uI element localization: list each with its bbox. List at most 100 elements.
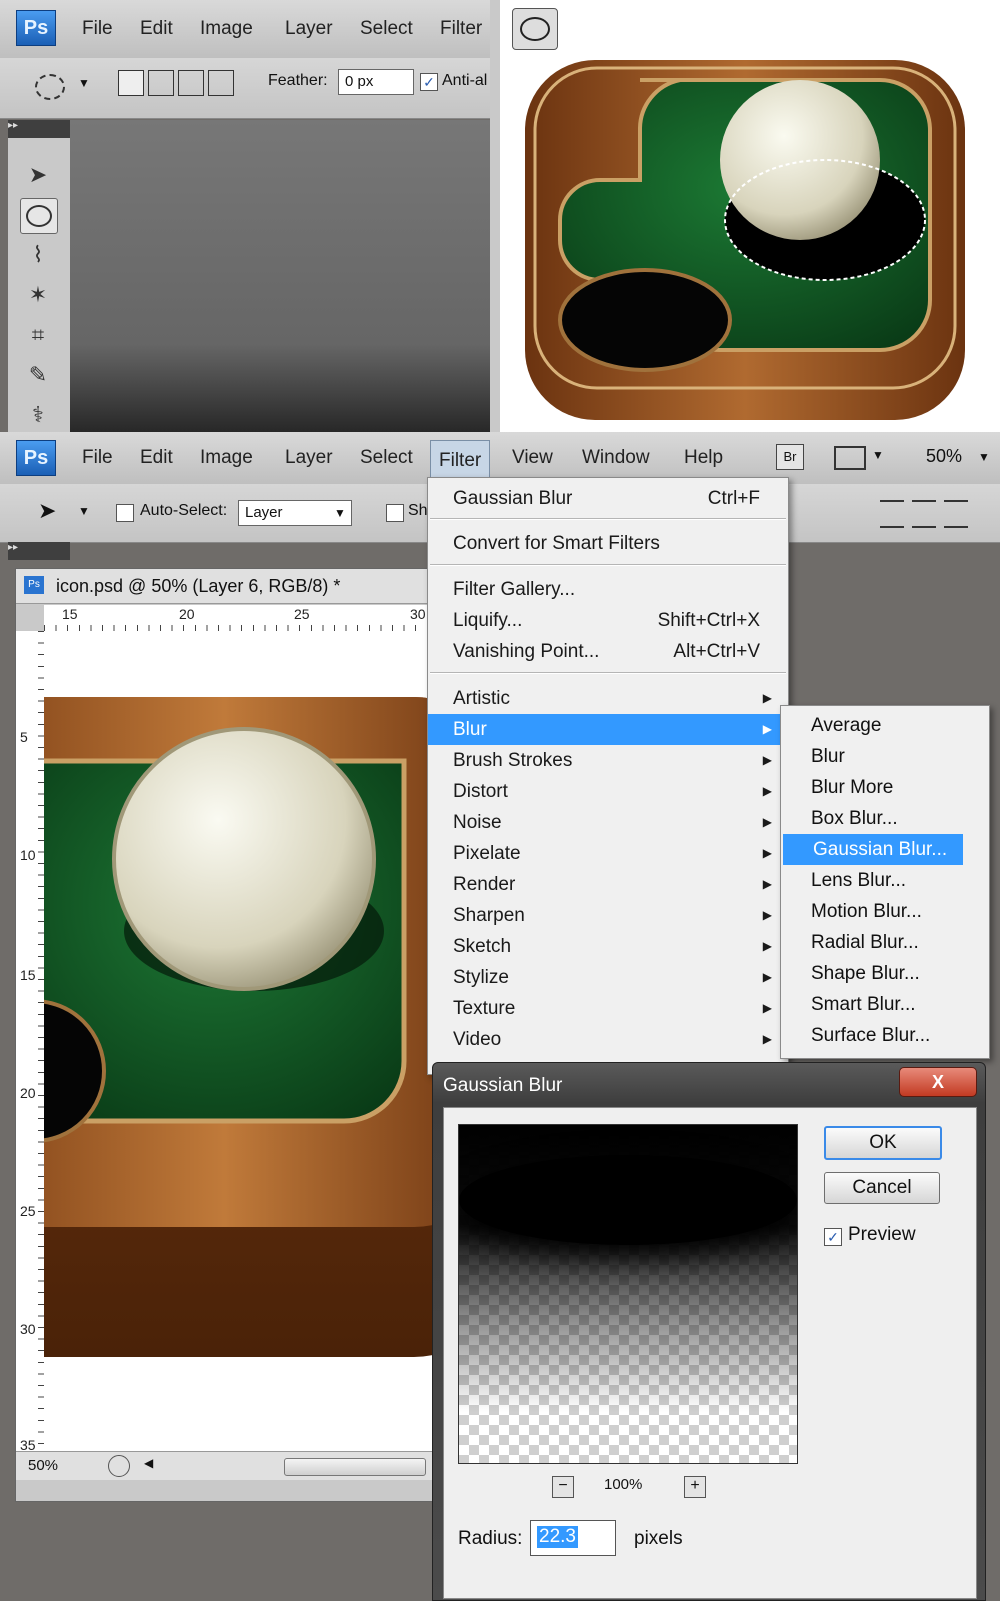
menu-select[interactable]: Select xyxy=(360,0,413,58)
submenu-item-blur-more[interactable]: Blur More xyxy=(781,772,989,803)
menu-image[interactable]: Image xyxy=(200,0,253,58)
menu-item-last-filter[interactable]: Gaussian Blur Ctrl+F xyxy=(428,483,788,514)
dialog-body: OK Cancel ✓ Preview − 100% + Radius: 22.… xyxy=(443,1107,977,1599)
bridge-button[interactable]: Br xyxy=(776,444,804,470)
submenu-item-shape-blur[interactable]: Shape Blur... xyxy=(781,958,989,989)
elliptical-marquee-tool-icon[interactable] xyxy=(20,198,58,234)
menu-image[interactable]: Image xyxy=(200,432,253,484)
screen-mode-icon[interactable] xyxy=(834,446,866,470)
menu-item-vanishing-point[interactable]: Vanishing Point... Alt+Ctrl+V xyxy=(428,636,788,667)
document-title: icon.psd @ 50% (Layer 6, RGB/8) * xyxy=(56,576,341,596)
submenu-item-surface-blur[interactable]: Surface Blur... xyxy=(781,1020,989,1051)
ps-doc-icon: Ps xyxy=(24,576,44,594)
submenu-item-gaussian-blur[interactable]: Gaussian Blur... xyxy=(783,834,963,865)
show-transform-checkbox[interactable] xyxy=(386,504,404,522)
menu-item-artistic[interactable]: Artistic ▶ xyxy=(428,683,788,714)
menu-item-convert-smart[interactable]: Convert for Smart Filters xyxy=(428,528,788,559)
menu-item-video[interactable]: Video ▶ xyxy=(428,1024,788,1055)
panel-collapse-bar[interactable]: ▸▸ xyxy=(8,542,70,560)
selection-mode-icons[interactable] xyxy=(118,70,234,100)
menu-item-filter-gallery[interactable]: Filter Gallery... xyxy=(428,574,788,605)
chevron-down-icon[interactable]: ▼ xyxy=(334,506,346,520)
menu-filter[interactable]: Filter xyxy=(440,0,482,58)
menu-item-sketch[interactable]: Sketch ▶ xyxy=(428,931,788,962)
menu-edit[interactable]: Edit xyxy=(140,432,173,484)
menu-file[interactable]: File xyxy=(82,432,113,484)
menu-item-render[interactable]: Render ▶ xyxy=(428,869,788,900)
document-canvas xyxy=(44,631,436,1451)
menu-item-stylize[interactable]: Stylize ▶ xyxy=(428,962,788,993)
submenu-item-box-blur[interactable]: Box Blur... xyxy=(781,803,989,834)
radius-input[interactable]: 22.3 xyxy=(530,1520,616,1556)
document-status-bar: 50% ◀ xyxy=(16,1451,436,1480)
preview-zoom-level: 100% xyxy=(604,1476,643,1493)
close-icon[interactable]: X xyxy=(899,1067,977,1097)
menu-item-blur[interactable]: Blur ▶ xyxy=(428,714,788,745)
horizontal-scrollbar[interactable] xyxy=(284,1458,426,1476)
auto-select-label: Auto-Select: xyxy=(140,502,228,519)
eyedropper-icon[interactable]: ✎ xyxy=(20,358,56,392)
top-menubar: Ps File Edit Image Layer Select Filter xyxy=(0,0,490,59)
menu-item-texture[interactable]: Texture ▶ xyxy=(428,993,788,1024)
menu-item-pixelate[interactable]: Pixelate ▶ xyxy=(428,838,788,869)
blur-preview[interactable] xyxy=(458,1124,798,1464)
feather-input[interactable]: 0 px xyxy=(338,69,414,95)
submenu-item-average[interactable]: Average xyxy=(781,710,989,741)
vertical-ruler: 5 10 15 20 25 30 35 xyxy=(16,631,45,1453)
status-zoom[interactable]: 50% xyxy=(28,1457,58,1474)
submenu-item-smart-blur[interactable]: Smart Blur... xyxy=(781,989,989,1020)
submenu-item-motion-blur[interactable]: Motion Blur... xyxy=(781,896,989,927)
top-options-bar: ▼ Feather: 0 px ✓ Anti-al xyxy=(0,58,490,119)
antialias-label: Anti-al xyxy=(442,72,488,89)
document-window: Ps icon.psd @ 50% (Layer 6, RGB/8) * 15 … xyxy=(15,568,437,1502)
align-icons[interactable] xyxy=(880,500,980,528)
billiard-icon-zoomed xyxy=(44,697,436,1357)
auto-select-checkbox[interactable] xyxy=(116,504,134,522)
document-tab[interactable]: Ps icon.psd @ 50% (Layer 6, RGB/8) * xyxy=(16,569,436,604)
scroll-left-icon[interactable]: ◀ xyxy=(144,1456,153,1470)
ok-button[interactable]: OK xyxy=(824,1126,942,1160)
zoom-level[interactable]: 50% xyxy=(926,446,962,467)
chevron-down-icon[interactable]: ▼ xyxy=(78,76,90,90)
top-canvas xyxy=(490,0,1000,440)
menu-layer[interactable]: Layer xyxy=(285,0,333,58)
show-transform-label: Sh xyxy=(408,502,428,519)
menu-file[interactable]: File xyxy=(82,0,113,58)
preview-label: Preview xyxy=(848,1224,916,1245)
menu-item-noise[interactable]: Noise ▶ xyxy=(428,807,788,838)
ps-logo: Ps xyxy=(16,440,56,476)
menu-item-liquify[interactable]: Liquify... Shift+Ctrl+X xyxy=(428,605,788,636)
chevron-down-icon[interactable]: ▼ xyxy=(978,450,990,464)
zoom-in-button[interactable]: + xyxy=(684,1476,706,1498)
menu-layer[interactable]: Layer xyxy=(285,432,333,484)
feather-label: Feather: xyxy=(268,72,328,89)
menu-item-sharpen[interactable]: Sharpen ▶ xyxy=(428,900,788,931)
ps-logo: Ps xyxy=(16,10,56,46)
antialias-checkbox[interactable]: ✓ xyxy=(420,73,438,91)
menu-item-brush-strokes[interactable]: Brush Strokes ▶ xyxy=(428,745,788,776)
magic-wand-icon[interactable]: ✶ xyxy=(20,278,56,312)
cancel-button[interactable]: Cancel xyxy=(824,1172,940,1204)
preview-checkbox[interactable]: ✓ xyxy=(824,1228,842,1246)
lasso-tool-icon[interactable]: ⌇ xyxy=(20,238,56,272)
filter-menu: Gaussian Blur Ctrl+F Convert for Smart Fi… xyxy=(427,477,789,1081)
move-tool-icon[interactable]: ➤ xyxy=(20,158,56,192)
chevron-down-icon[interactable]: ▼ xyxy=(872,448,884,462)
crop-tool-icon[interactable]: ⌗ xyxy=(20,318,56,352)
menu-select[interactable]: Select xyxy=(360,432,413,484)
submenu-item-radial-blur[interactable]: Radial Blur... xyxy=(781,927,989,958)
healing-brush-icon[interactable]: ⚕ xyxy=(20,398,56,432)
submenu-item-blur[interactable]: Blur xyxy=(781,741,989,772)
menu-filter[interactable]: Filter xyxy=(430,440,491,482)
menu-item-distort[interactable]: Distort ▶ xyxy=(428,776,788,807)
top-workspace xyxy=(70,120,490,440)
chevron-down-icon[interactable]: ▼ xyxy=(78,504,90,518)
status-menu-icon[interactable] xyxy=(108,1455,130,1477)
top-toolbox: ▸▸ ➤ ⌇ ✶ ⌗ ✎ ⚕ xyxy=(8,120,71,440)
move-tool-icon[interactable]: ➤ xyxy=(38,498,56,524)
menu-edit[interactable]: Edit xyxy=(140,0,173,58)
radius-unit: pixels xyxy=(634,1528,683,1549)
submenu-item-lens-blur[interactable]: Lens Blur... xyxy=(781,865,989,896)
zoom-out-button[interactable]: − xyxy=(552,1476,574,1498)
ellipse-marquee-icon[interactable] xyxy=(35,74,65,100)
